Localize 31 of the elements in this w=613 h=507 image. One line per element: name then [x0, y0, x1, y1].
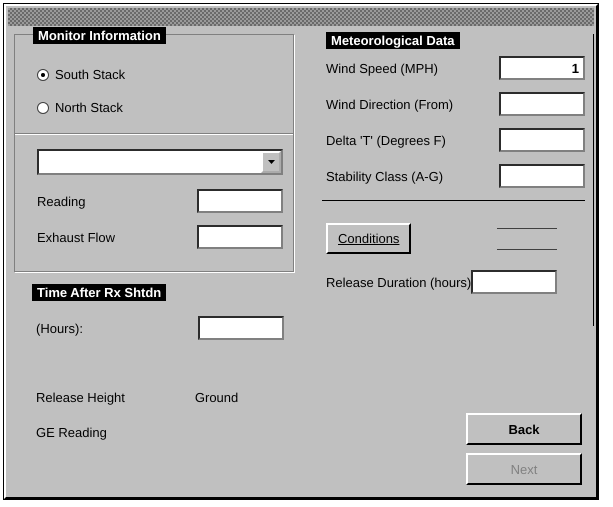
input-field[interactable] [499, 164, 585, 188]
field-label: Release Height [36, 390, 125, 405]
field-value: Ground [194, 390, 238, 405]
radio-button[interactable] [37, 68, 49, 80]
group-title: Time After Rx Shtdn [32, 284, 166, 301]
dialog-button[interactable]: Back [466, 413, 582, 445]
field-label: Wind Direction (From) [326, 96, 454, 112]
caret-icon [268, 160, 274, 164]
input-field[interactable] [499, 128, 585, 152]
radio-label[interactable]: North Stack [55, 100, 123, 115]
radio-label[interactable]: South Stack [55, 67, 126, 82]
field-label: (Hours): [36, 320, 83, 336]
disabled-field [497, 228, 558, 250]
group-title: Meteorological Data [326, 32, 460, 49]
input-field[interactable] [197, 225, 283, 249]
dropdown[interactable] [37, 149, 283, 175]
field-label: Exhaust Flow [37, 230, 116, 244]
field-label: Delta 'T' (Degrees F) [326, 132, 446, 148]
group-title: Monitor Information [33, 27, 166, 44]
input-field[interactable] [471, 270, 558, 294]
input-field[interactable] [197, 189, 283, 213]
field-label: Stability Class (A-G) [326, 168, 444, 184]
input-field[interactable] [499, 92, 585, 116]
conditions-button[interactable]: Conditions [326, 223, 412, 254]
field-label: Release Duration (hours) [326, 274, 472, 290]
input-field[interactable] [198, 316, 284, 340]
field-label: GE Reading [36, 425, 108, 440]
radio-button[interactable] [37, 102, 49, 114]
field-label: Reading [37, 194, 86, 208]
field-label: Wind Speed (MPH) [326, 60, 438, 76]
input-field[interactable]: 1 [499, 56, 585, 80]
